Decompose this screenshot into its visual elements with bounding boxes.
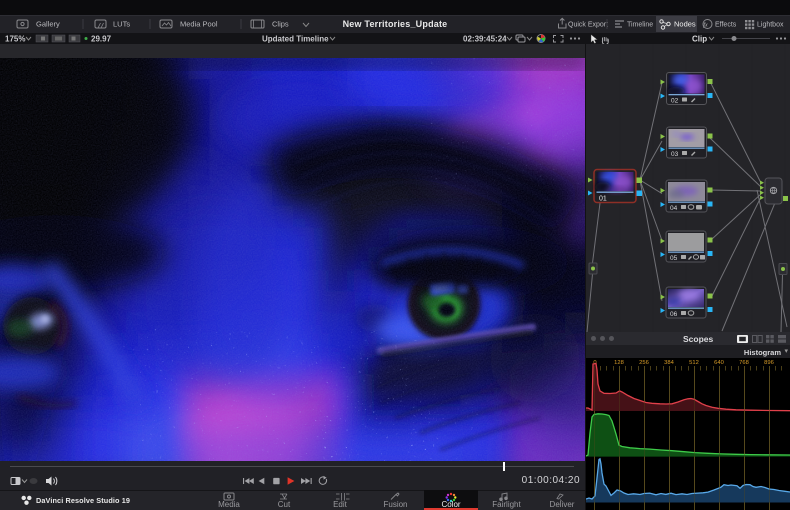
svg-text:29.97: 29.97 — [91, 35, 112, 44]
svg-text:Media Pool: Media Pool — [180, 20, 218, 29]
svg-text:Lightbox: Lightbox — [757, 22, 784, 29]
svg-text:03: 03 — [671, 151, 679, 158]
svg-text:768: 768 — [739, 360, 749, 366]
svg-text:Gallery: Gallery — [36, 20, 60, 29]
svg-text:Clip: Clip — [692, 35, 707, 44]
svg-text:175%: 175% — [5, 35, 25, 44]
svg-text:256: 256 — [639, 360, 649, 366]
svg-text:Media: Media — [218, 500, 240, 509]
svg-text:LUTs: LUTs — [113, 20, 130, 29]
svg-text:Fusion: Fusion — [383, 500, 407, 509]
svg-text:01: 01 — [599, 196, 607, 203]
svg-text:Timeline: Timeline — [627, 22, 653, 29]
svg-text:896: 896 — [764, 360, 774, 366]
svg-text:05: 05 — [670, 255, 678, 262]
svg-text:Updated Timeline: Updated Timeline — [262, 35, 329, 44]
svg-text:Edit: Edit — [333, 500, 348, 509]
svg-text:Cut: Cut — [278, 500, 291, 509]
svg-text:640: 640 — [714, 360, 724, 366]
svg-text:Effects: Effects — [715, 22, 737, 29]
svg-text:02: 02 — [671, 98, 679, 105]
svg-text:512: 512 — [689, 360, 699, 366]
svg-text:Fairlight: Fairlight — [492, 500, 521, 509]
svg-text:Nodes: Nodes — [674, 20, 696, 29]
svg-text:384: 384 — [664, 360, 674, 366]
svg-text:fx: fx — [703, 22, 708, 29]
svg-text:Clips: Clips — [272, 20, 289, 29]
svg-text:04: 04 — [670, 205, 678, 212]
svg-text:128: 128 — [614, 360, 624, 366]
svg-text:Color: Color — [441, 500, 460, 509]
svg-text:Deliver: Deliver — [550, 500, 575, 509]
svg-text:06: 06 — [670, 311, 678, 318]
svg-text:Quick Export: Quick Export — [568, 22, 608, 29]
svg-text:02:39:45:24: 02:39:45:24 — [463, 35, 507, 44]
